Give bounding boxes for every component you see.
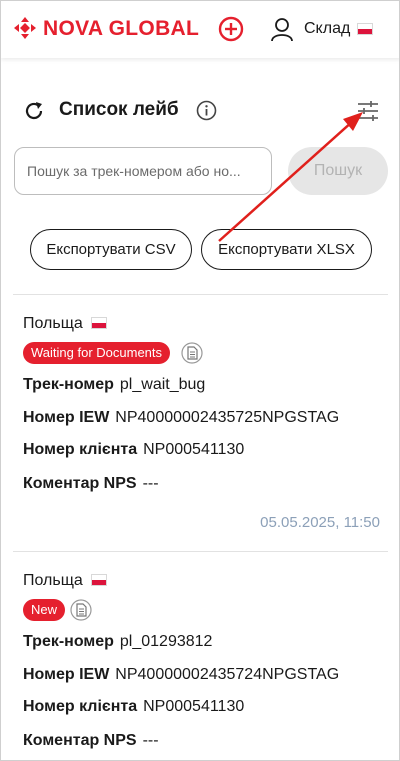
document-icon[interactable] bbox=[181, 342, 203, 364]
refresh-icon[interactable] bbox=[23, 100, 45, 122]
poland-flag-icon[interactable] bbox=[357, 23, 373, 35]
tracking-value: pl_wait_bug bbox=[119, 376, 206, 393]
comment-field: Коментар NPS --- bbox=[23, 731, 159, 751]
iew-value: NP40000002435725NPGSTAG bbox=[115, 409, 340, 426]
app-header: NOVA GLOBAL Склад bbox=[1, 1, 399, 58]
comment-value: --- bbox=[142, 732, 159, 749]
iew-field: Номер IEW NP40000002435724NPGSTAG bbox=[23, 665, 339, 685]
nova-global-logo-icon bbox=[14, 17, 36, 39]
document-icon[interactable] bbox=[70, 599, 92, 621]
divider bbox=[13, 294, 388, 295]
client-label: Номер клієнта bbox=[23, 698, 138, 715]
export-xlsx-button[interactable]: Експортувати XLSX bbox=[201, 229, 372, 270]
poland-flag-icon bbox=[90, 574, 107, 586]
user-icon[interactable] bbox=[269, 16, 295, 42]
add-button-icon[interactable] bbox=[218, 16, 244, 42]
client-field: Номер клієнта NP000541130 bbox=[23, 697, 244, 717]
app-frame: NOVA GLOBAL Склад Список лейб Пошук Е bbox=[0, 0, 400, 761]
country-label: Польща bbox=[23, 315, 83, 332]
country-row: Польща bbox=[23, 314, 107, 334]
iew-field: Номер IEW NP40000002435725NPGSTAG bbox=[23, 408, 339, 428]
client-value: NP000541130 bbox=[143, 441, 245, 458]
filter-settings-icon[interactable] bbox=[356, 100, 380, 122]
tracking-field: Трек-номер pl_wait_bug bbox=[23, 375, 205, 395]
client-field: Номер клієнта NP000541130 bbox=[23, 440, 244, 460]
comment-label: Коментар NPS bbox=[23, 475, 137, 492]
timestamp: 05.05.2025, 11:50 bbox=[260, 514, 380, 531]
client-label: Номер клієнта bbox=[23, 441, 138, 458]
country-label: Польща bbox=[23, 572, 83, 589]
divider bbox=[13, 551, 388, 552]
tracking-value: pl_01293812 bbox=[119, 633, 213, 650]
iew-label: Номер IEW bbox=[23, 666, 110, 683]
warehouse-label[interactable]: Склад bbox=[304, 19, 350, 39]
info-icon[interactable] bbox=[196, 100, 217, 121]
comment-field: Коментар NPS --- bbox=[23, 474, 159, 494]
page-title: Список лейб bbox=[59, 99, 179, 120]
poland-flag-icon bbox=[90, 317, 107, 329]
search-button[interactable]: Пошук bbox=[288, 147, 388, 195]
export-csv-button[interactable]: Експортувати CSV bbox=[30, 229, 192, 270]
tracking-label: Трек-номер bbox=[23, 633, 114, 650]
status-badge: New bbox=[23, 599, 66, 621]
search-input[interactable] bbox=[14, 147, 272, 195]
tracking-label: Трек-номер bbox=[23, 376, 114, 393]
tracking-field: Трек-номер pl_01293812 bbox=[23, 632, 212, 652]
iew-value: NP40000002435724NPGSTAG bbox=[115, 666, 340, 683]
status-badge: Waiting for Documents bbox=[23, 342, 171, 364]
logo-text: NOVA GLOBAL bbox=[43, 17, 200, 40]
iew-label: Номер IEW bbox=[23, 409, 110, 426]
country-row: Польща bbox=[23, 571, 107, 591]
comment-value: --- bbox=[142, 475, 159, 492]
client-value: NP000541130 bbox=[143, 698, 245, 715]
comment-label: Коментар NPS bbox=[23, 732, 137, 749]
